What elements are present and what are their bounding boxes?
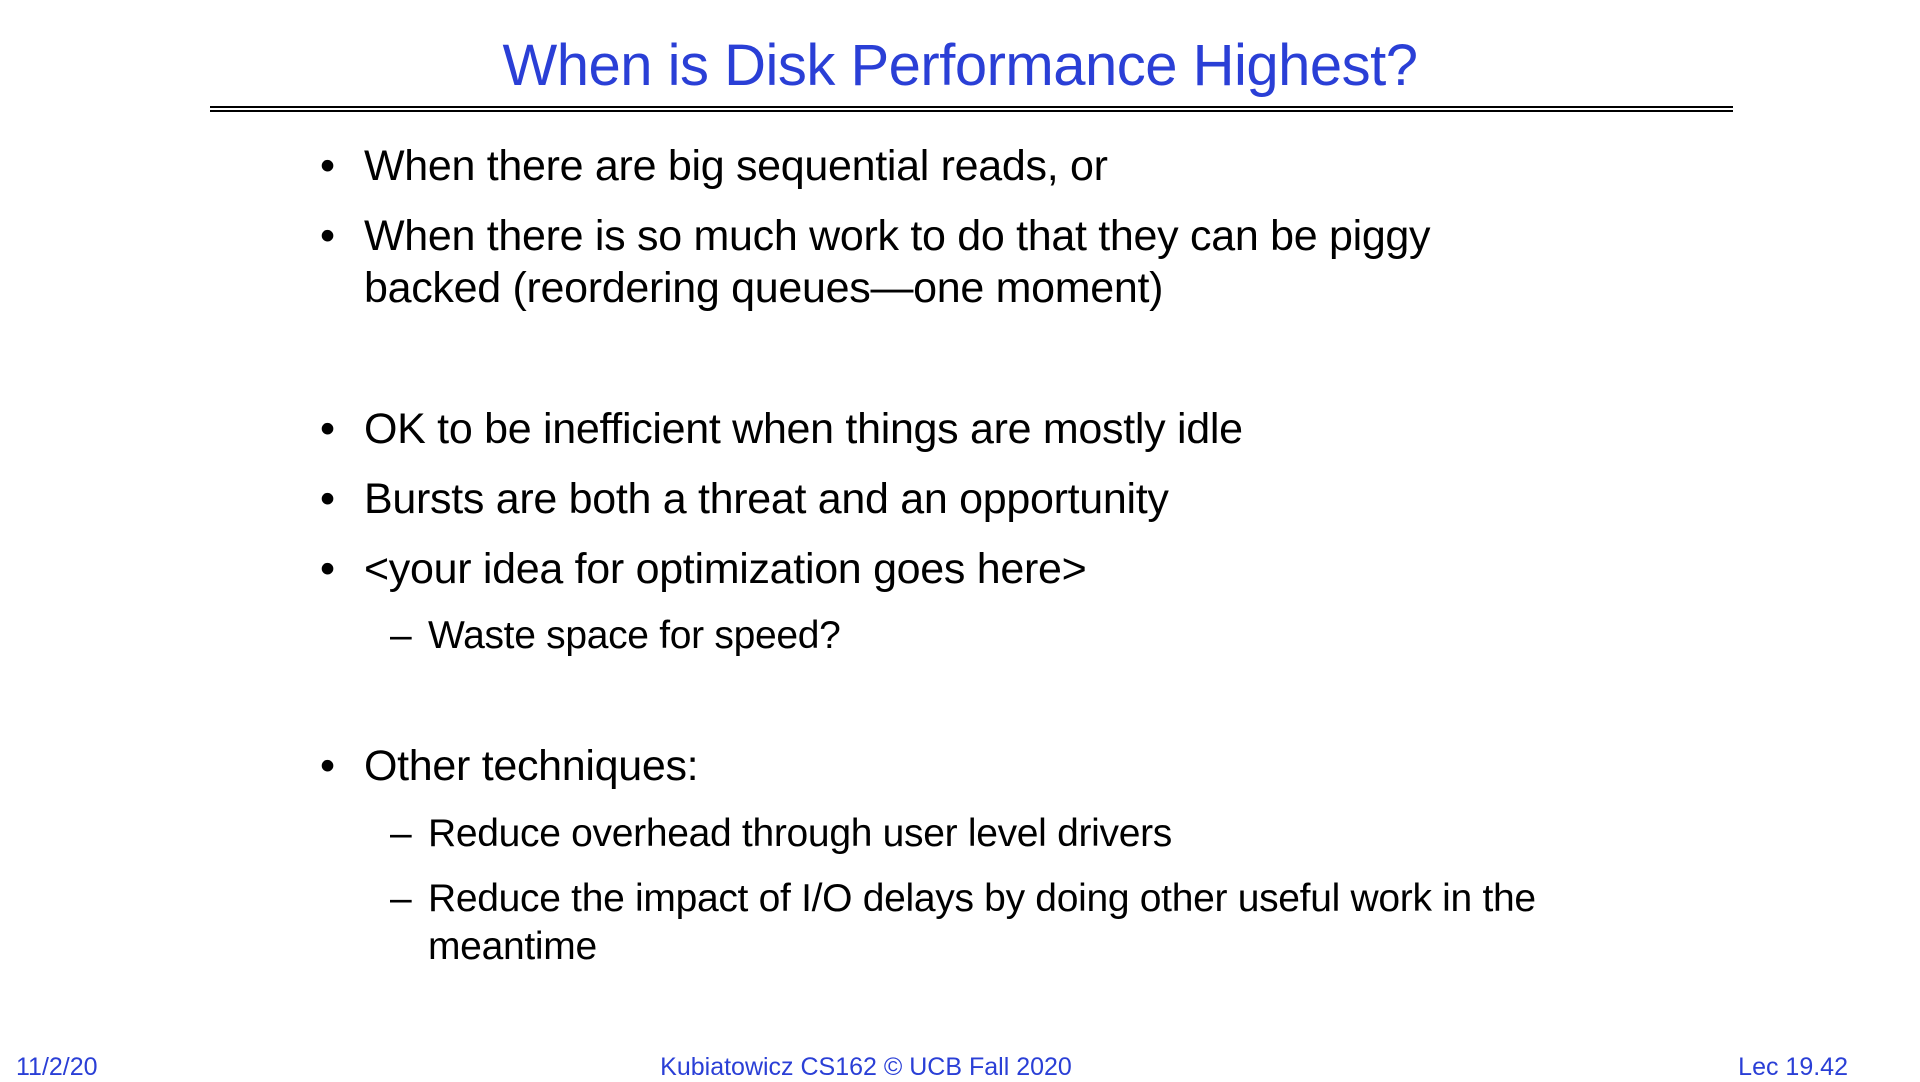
bullet-text: OK to be inefficient when things are mos… xyxy=(364,405,1243,453)
bullet-marker: • xyxy=(320,545,335,593)
sub-bullet-marker: – xyxy=(390,614,412,657)
sub-bullet-marker: – xyxy=(390,812,412,855)
bullet-marker: • xyxy=(320,212,335,260)
title-divider xyxy=(210,106,1733,112)
sub-bullet-text: Waste space for speed? xyxy=(428,614,841,657)
sub-bullet-marker: – xyxy=(390,877,412,920)
bullet-text-continued: backed (reordering queues—one moment) xyxy=(364,264,1164,312)
footer-course: Kubiatowicz CS162 © UCB Fall 2020 xyxy=(660,1053,1072,1081)
bullet-marker: • xyxy=(320,142,335,190)
bullet-text: Bursts are both a threat and an opportun… xyxy=(364,475,1169,523)
bullet-marker: • xyxy=(320,405,335,453)
slide-title: When is Disk Performance Highest? xyxy=(502,33,1418,98)
sub-bullet-text: Reduce overhead through user level drive… xyxy=(428,812,1172,855)
bullet-text: When there are big sequential reads, or xyxy=(364,142,1108,190)
bullet-marker: • xyxy=(320,475,335,523)
sub-bullet-text-continued: meantime xyxy=(428,925,597,968)
footer-lecture-number: Lec 19.42 xyxy=(1738,1053,1848,1081)
sub-bullet-text: Reduce the impact of I/O delays by doing… xyxy=(428,877,1536,920)
bullet-text: When there is so much work to do that th… xyxy=(364,212,1431,260)
bullet-text: <your idea for optimization goes here> xyxy=(364,545,1087,593)
bullet-text: Other techniques: xyxy=(364,742,699,790)
bullet-marker: • xyxy=(320,742,335,790)
